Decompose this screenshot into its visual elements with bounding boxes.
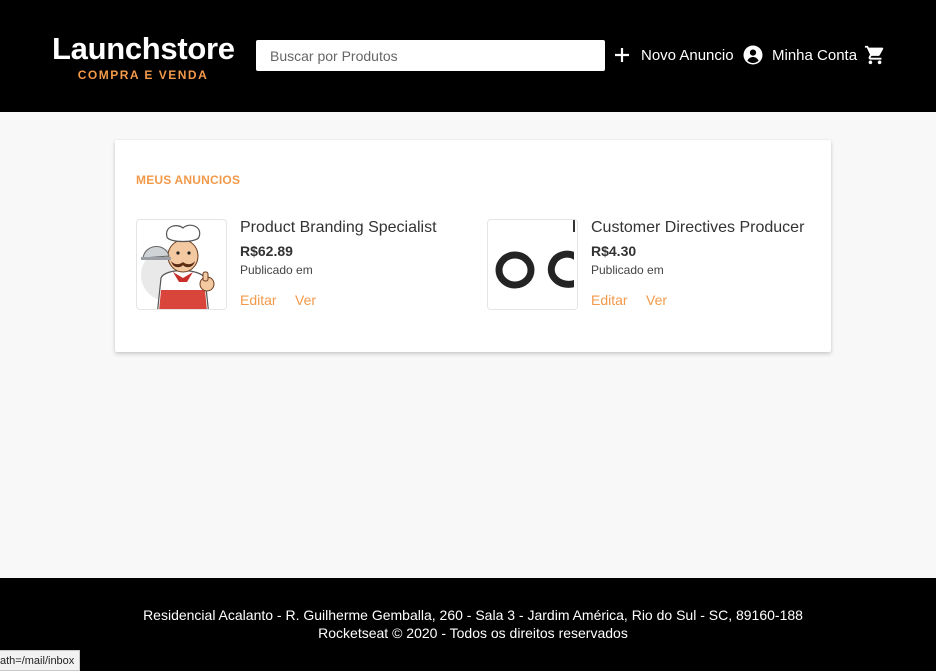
new-ad-link[interactable]: Novo Anuncio	[613, 44, 734, 66]
account-link[interactable]: Minha Conta	[743, 44, 857, 66]
cart-button[interactable]	[864, 44, 886, 66]
product-price: R$62.89	[240, 243, 293, 259]
new-ad-label: Novo Anuncio	[641, 46, 734, 64]
product-image[interactable]	[136, 219, 227, 310]
product-name[interactable]: Product Branding Specialist	[240, 219, 437, 237]
product-name[interactable]: Customer Directives Producer	[591, 219, 804, 237]
plus-icon	[615, 48, 629, 62]
product-published: Publicado em	[240, 263, 313, 277]
search-input[interactable]	[256, 40, 605, 71]
footer-address: Residencial Acalanto - R. Guilherme Gemb…	[143, 607, 803, 623]
shopping-cart-icon	[864, 45, 884, 65]
product-image[interactable]	[487, 219, 578, 310]
logo[interactable]: Launchstore COMPRA E VENDA	[52, 30, 235, 82]
text-fragment-image	[488, 220, 577, 309]
site-footer: Residencial Acalanto - R. Guilherme Gemb…	[0, 578, 936, 671]
product-item: Product Branding Specialist R$62.89 Publ…	[136, 219, 476, 311]
my-ads-card: MEUS ANUNCIOS Product Branding Specialis…	[115, 140, 831, 352]
view-link[interactable]: Ver	[646, 292, 667, 308]
account-circle-icon	[743, 45, 763, 65]
edit-link[interactable]: Editar	[591, 292, 628, 308]
edit-link[interactable]: Editar	[240, 292, 277, 308]
footer-copyright: Rocketseat © 2020 - Todos os direitos re…	[318, 625, 628, 641]
chef-illustration	[137, 220, 226, 309]
product-published: Publicado em	[591, 263, 664, 277]
logo-title: Launchstore	[52, 31, 235, 66]
view-link[interactable]: Ver	[295, 292, 316, 308]
status-bar-url: ath=/mail/inbox	[0, 650, 81, 671]
product-price: R$4.30	[591, 243, 637, 259]
site-header: Launchstore COMPRA E VENDA Novo Anuncio …	[0, 0, 936, 112]
product-item: Customer Directives Producer R$4.30 Publ…	[487, 219, 827, 311]
logo-subtitle: COMPRA E VENDA	[77, 68, 209, 82]
section-title: MEUS ANUNCIOS	[136, 173, 241, 187]
account-label: Minha Conta	[772, 46, 858, 64]
